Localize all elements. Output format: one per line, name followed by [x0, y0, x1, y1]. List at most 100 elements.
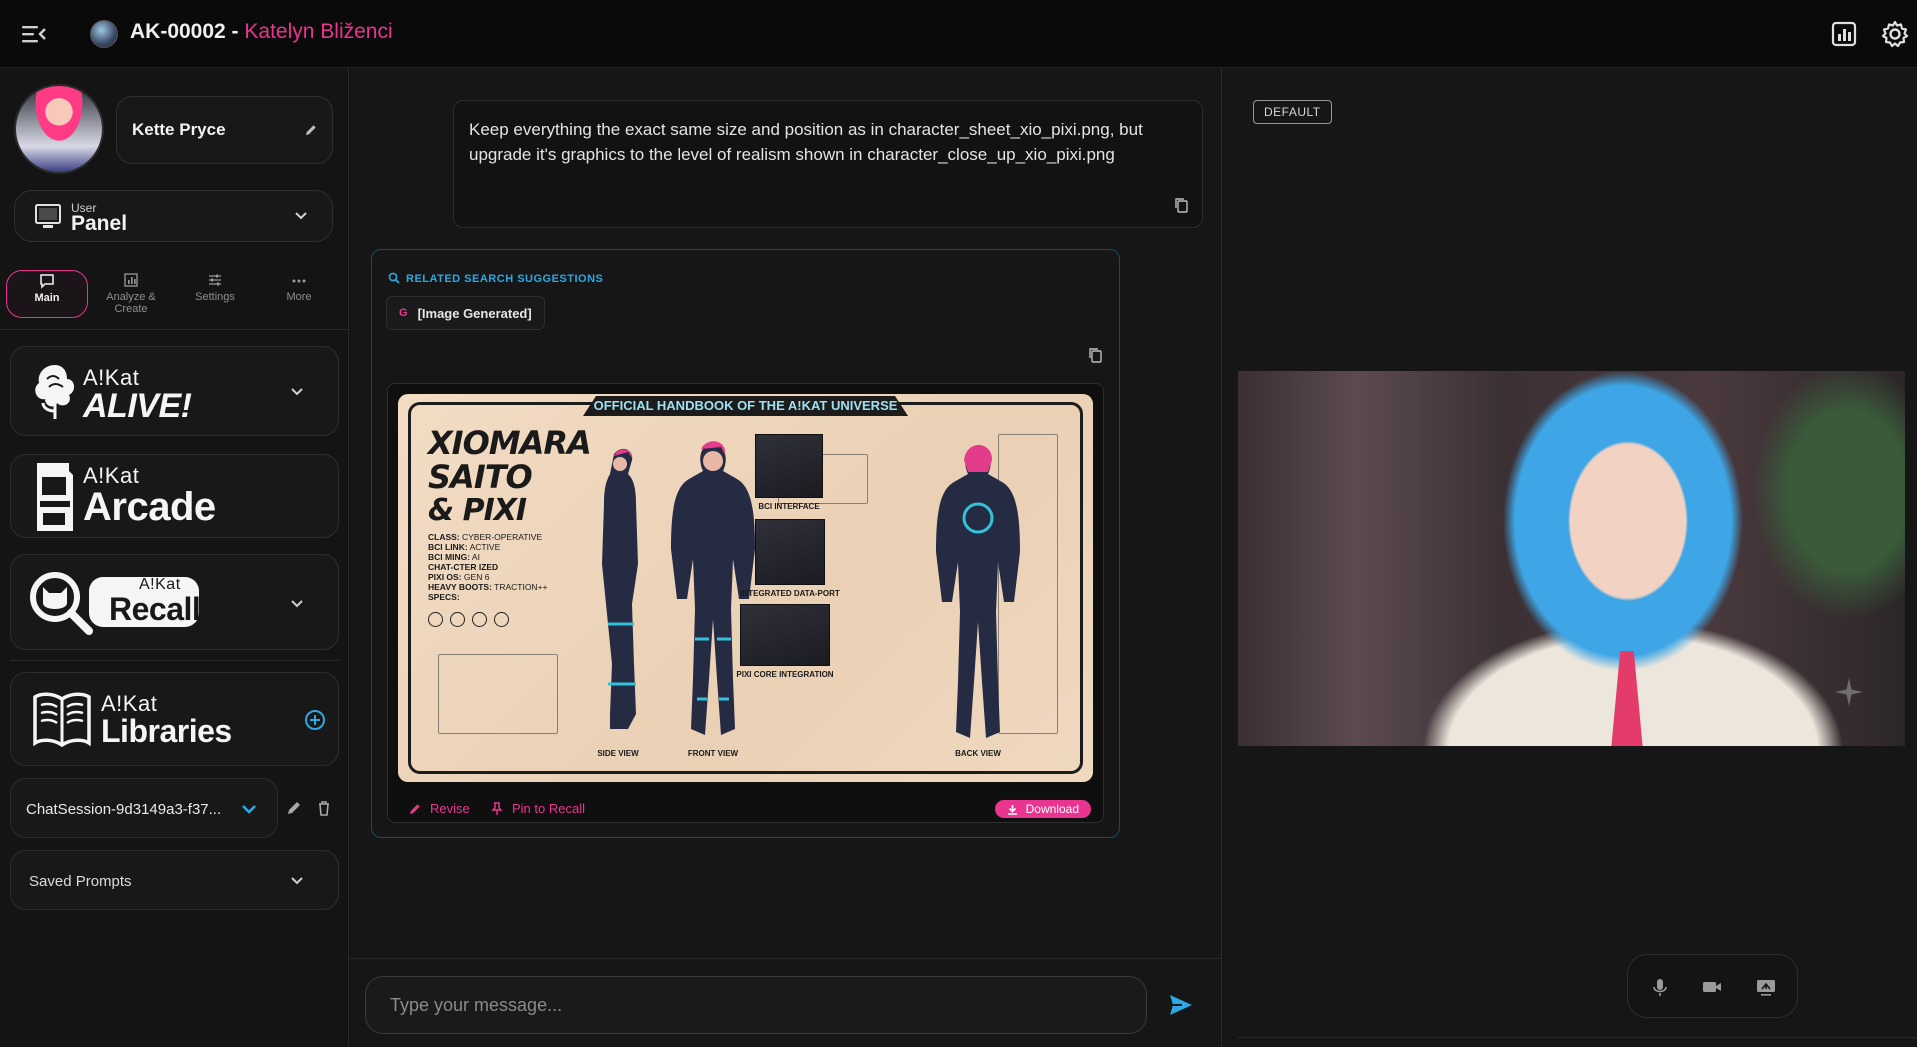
data-port-label: INTEGRATED DATA-PORT [740, 589, 840, 598]
camera-icon[interactable] [1702, 977, 1722, 997]
sparkle-icon [1835, 678, 1863, 706]
card-arcade[interactable]: A!Kat Arcade [10, 454, 339, 538]
delete-session-icon[interactable] [315, 799, 333, 817]
assistant-response: RELATED SEARCH SUGGESTIONS G [Image Gene… [371, 249, 1120, 838]
sidebar: Kette Pryce User Panel Main Analyze & Cr… [0, 68, 349, 1047]
agent-avatar-icon [90, 20, 118, 48]
pixi-core-inset [740, 604, 830, 666]
message-input[interactable] [366, 977, 1146, 1033]
profile-name: Kette Pryce [132, 120, 226, 139]
chip-text: [Image Generated] [417, 305, 532, 321]
bci-interface-inset [755, 434, 823, 498]
spec-value: GEN 6 [461, 572, 490, 582]
character-specs: CLASS: CYBER-OPERATIVE BCI LINK: ACTIVE BC… [428, 532, 548, 602]
arcade-logo-small: A!Kat [83, 463, 140, 488]
spec-value: AI [470, 552, 480, 562]
download-icon [1007, 804, 1017, 815]
arcade-logo-large: Arcade [83, 485, 216, 529]
related-suggestions-title: RELATED SEARCH SUGGESTIONS [388, 272, 603, 285]
edit-pencil-icon[interactable] [304, 123, 318, 137]
menu-collapse-icon[interactable] [20, 22, 48, 46]
spec-row: CHAT-CTER IZED [428, 562, 548, 572]
chat-session-select[interactable]: ChatSession-9d3149a3-f37... [10, 778, 278, 838]
spec-key: CHAT-CTER IZED [428, 562, 499, 572]
chart-icon [124, 273, 138, 287]
spec-value: TRACTION++ [491, 582, 548, 592]
revise-button[interactable]: Revise [408, 801, 470, 816]
pin-to-recall-button[interactable]: Pin to Recall [490, 801, 585, 816]
generated-image-frame: OFFICIAL HANDBOOK OF THE A!KAT UNIVERSE … [387, 383, 1104, 823]
panel-select-big: Panel [71, 212, 128, 235]
tab-more[interactable]: More [258, 270, 340, 318]
tab-settings[interactable]: Settings [174, 270, 256, 318]
spec-row: HEAVY BOOTS: TRACTION++ [428, 582, 548, 592]
book-icon [33, 692, 91, 748]
saved-prompts-select[interactable]: Saved Prompts [10, 850, 339, 910]
revise-label: Revise [430, 801, 470, 816]
libraries-logo: A!Kat Libraries [101, 693, 232, 749]
agent-id: AK-00002 - [130, 20, 245, 43]
spec-row: CLASS: CYBER-OPERATIVE [428, 532, 548, 542]
pencil-icon [410, 803, 420, 814]
tie-shape [1610, 651, 1644, 746]
sliders-icon [209, 274, 221, 286]
chat-session-label: ChatSession-9d3149a3-f37... [26, 801, 222, 818]
circuit-decoration [438, 654, 558, 734]
spec-row: SPECS: [428, 592, 548, 602]
top-header: AK-00002 - Katelyn Bliženci [0, 0, 1917, 68]
card-recall[interactable]: A!Kat Recall [10, 554, 339, 650]
spec-value: CYBER-OPERATIVE [459, 532, 543, 542]
related-suggestions-label: RELATED SEARCH SUGGESTIONS [406, 273, 604, 285]
alive-logo-small: A!Kat [83, 365, 140, 390]
gear-icon[interactable] [1881, 20, 1909, 48]
tab-label: Settings [195, 291, 235, 303]
add-library-icon[interactable] [304, 709, 326, 731]
download-button[interactable]: Download [994, 800, 1091, 818]
message-composer [365, 976, 1147, 1034]
user-message-text: Keep everything the exact same size and … [469, 120, 1143, 164]
search-icon [388, 272, 400, 284]
spec-row: BCI MING: AI [428, 552, 548, 562]
microphone-icon[interactable] [1650, 977, 1670, 997]
more-icon [292, 279, 306, 283]
chevron-down-icon [242, 805, 256, 814]
screen-share-icon[interactable] [1756, 977, 1776, 997]
spec-row: PIXI OS: GEN 6 [428, 572, 548, 582]
copy-icon[interactable] [1174, 197, 1188, 213]
panel-select[interactable]: User Panel [14, 190, 333, 242]
spec-key: HEAVY BOOTS: [428, 582, 492, 592]
generated-image[interactable]: OFFICIAL HANDBOOK OF THE A!KAT UNIVERSE … [398, 394, 1093, 782]
tab-analyze-create[interactable]: Analyze & Create [90, 270, 172, 318]
pin-icon [491, 801, 503, 815]
tab-label: More [286, 291, 312, 303]
spec-value: ACTIVE [467, 542, 501, 552]
monitor-icon [35, 204, 61, 228]
suggestion-chip[interactable]: G [Image Generated] [386, 296, 545, 330]
saved-prompts-label: Saved Prompts [29, 873, 132, 890]
page-title: AK-00002 - Katelyn Bliženci [130, 20, 393, 44]
user-avatar[interactable] [14, 84, 104, 174]
send-icon[interactable] [1168, 993, 1194, 1017]
avatar-panel: DEFAULT [1223, 68, 1917, 1047]
arcade-cabinet-icon [37, 463, 73, 531]
profile-name-card[interactable]: Kette Pryce [116, 96, 333, 164]
chevron-down-icon [291, 388, 303, 396]
chat-area: Keep everything the exact same size and … [350, 68, 1222, 958]
side-view-label: SIDE VIEW [597, 749, 639, 758]
copy-icon[interactable] [1088, 347, 1102, 363]
tab-main[interactable]: Main [6, 270, 88, 318]
sheet-banner: OFFICIAL HANDBOOK OF THE A!KAT UNIVERSE [583, 396, 908, 416]
arcade-logo: A!Kat Arcade [83, 463, 216, 529]
media-controls [1627, 954, 1798, 1018]
default-badge: DEFAULT [1253, 100, 1332, 124]
bci-interface-label: BCI INTERFACE [758, 502, 820, 511]
spec-key: BCI MING: [428, 552, 471, 562]
sidebar-divider [10, 660, 339, 661]
card-alive[interactable]: A!Kat ALIVE! [10, 346, 339, 436]
edit-session-icon[interactable] [285, 799, 303, 817]
recall-logo-large: Recall [109, 591, 201, 627]
analytics-icon[interactable] [1830, 20, 1858, 48]
card-libraries[interactable]: A!Kat Libraries [10, 672, 339, 766]
libraries-logo-large: Libraries [101, 713, 232, 749]
sprout-brain-icon [35, 365, 75, 419]
